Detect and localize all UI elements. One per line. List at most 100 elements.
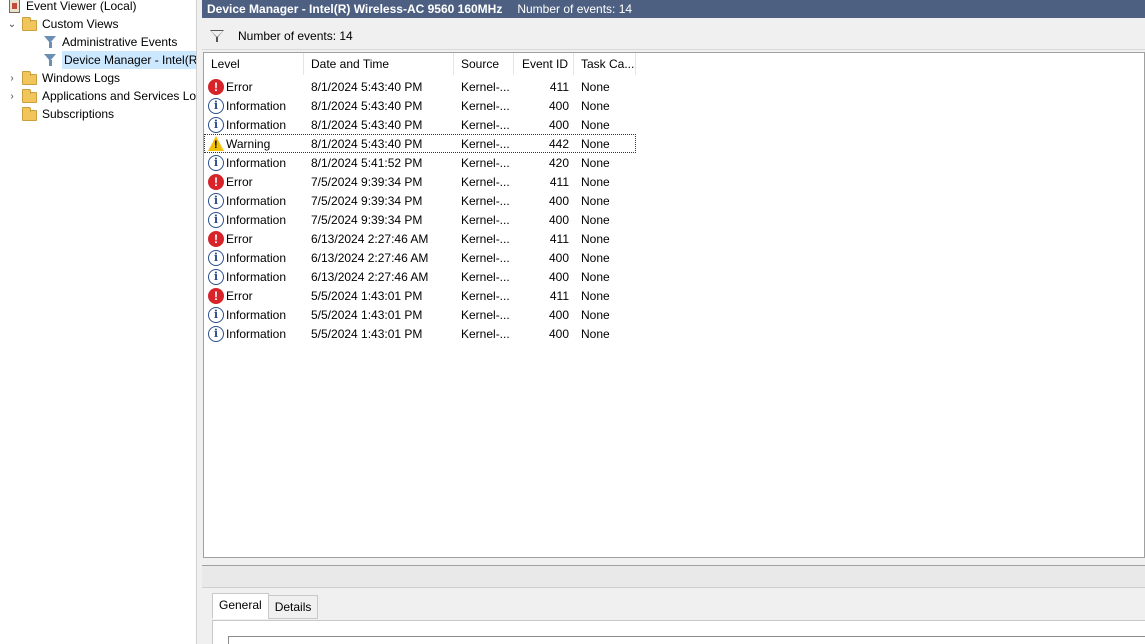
table-row[interactable]: ! Error 8/1/2024 5:43:40 PM Kernel-... 411 No… — [204, 77, 636, 96]
cell-task-category: None — [581, 231, 610, 246]
cell-source: Kernel-... — [461, 269, 510, 284]
error-icon: ! — [208, 173, 224, 190]
cell-level: i Information — [204, 116, 304, 133]
info-icon: i — [208, 97, 224, 114]
cell-source: Kernel-... — [461, 98, 510, 113]
cell-task-category: None — [581, 326, 610, 341]
table-row[interactable]: i Information 5/5/2024 1:43:01 PM Kernel-..… — [204, 305, 636, 324]
column-header-task-category[interactable]: Task Ca... — [574, 53, 636, 75]
cell-event-id: 442 — [548, 136, 569, 151]
cell-level: ! Error — [204, 173, 304, 190]
event-viewer-icon — [6, 0, 22, 14]
cell-task-category: None — [581, 155, 610, 170]
level-text: Error — [226, 288, 253, 303]
filter-bar: Number of events: 14 — [202, 22, 1145, 50]
cell-task-category: None — [581, 307, 610, 322]
table-row[interactable]: ! Error 5/5/2024 1:43:01 PM Kernel-... 411 No… — [204, 286, 636, 305]
chevron-right-icon[interactable]: › — [6, 69, 18, 87]
info-icon: i — [208, 154, 224, 171]
events-table[interactable]: Level Date and Time Source Event ID Task… — [203, 52, 1145, 558]
tree-item-label: Applications and Services Lo — [42, 89, 197, 103]
cell-source: Kernel-... — [461, 307, 510, 322]
cell-event-id: 411 — [549, 231, 569, 246]
cell-date-time: 6/13/2024 2:27:46 AM — [311, 269, 429, 284]
info-icon: i — [208, 249, 224, 266]
column-header-source[interactable]: Source — [454, 53, 514, 75]
column-header-date-time[interactable]: Date and Time — [304, 53, 454, 75]
cell-event-id: 400 — [548, 212, 569, 227]
table-row[interactable]: i Information 8/1/2024 5:41:52 PM Kernel-..… — [204, 153, 636, 172]
cell-date-time: 5/5/2024 1:43:01 PM — [311, 326, 423, 341]
pane-title-bar: Device Manager - Intel(R) Wireless-AC 95… — [202, 0, 1145, 18]
cell-task-category: None — [581, 117, 610, 132]
table-row[interactable]: ! Error 7/5/2024 9:39:34 PM Kernel-... 411 No… — [204, 172, 636, 191]
cell-source: Kernel-... — [461, 250, 510, 265]
error-icon: ! — [208, 78, 224, 95]
cell-source: Kernel-... — [461, 174, 510, 189]
tab-details[interactable]: Details — [267, 595, 319, 619]
folder-icon — [22, 16, 38, 32]
table-row[interactable]: i Information 8/1/2024 5:43:40 PM Kernel-..… — [204, 96, 636, 115]
cell-event-id: 400 — [548, 98, 569, 113]
cell-level: i Information — [204, 325, 304, 342]
level-text: Information — [226, 117, 287, 132]
chevron-right-icon[interactable]: › — [6, 87, 18, 105]
tree-item-administrative-events[interactable]: Administrative Events — [42, 33, 177, 51]
tree-item-label: Event Viewer (Local) — [26, 0, 137, 13]
cell-level: i Information — [204, 211, 304, 228]
cell-level: i Information — [204, 268, 304, 285]
cell-event-id: 400 — [548, 193, 569, 208]
cell-task-category: None — [581, 212, 610, 227]
table-row[interactable]: i Information 5/5/2024 1:43:01 PM Kernel-..… — [204, 324, 636, 343]
table-row[interactable]: i Information 7/5/2024 9:39:34 PM Kernel-..… — [204, 210, 636, 229]
cell-level: ! Error — [204, 230, 304, 247]
cell-source: Kernel-... — [461, 79, 510, 94]
level-text: Error — [226, 174, 253, 189]
cell-source: Kernel-... — [461, 231, 510, 246]
tree-item-event-viewer-local[interactable]: Event Viewer (Local) — [6, 0, 137, 15]
info-icon: i — [208, 192, 224, 209]
event-details-pane: General Details — [202, 565, 1145, 644]
level-text: Information — [226, 269, 287, 284]
table-row[interactable]: ! Warning 8/1/2024 5:43:40 PM Kernel-... 442… — [204, 134, 636, 153]
cell-event-id: 411 — [549, 174, 569, 189]
cell-task-category: None — [581, 250, 610, 265]
cell-date-time: 6/13/2024 2:27:46 AM — [311, 250, 429, 265]
cell-task-category: None — [581, 288, 610, 303]
event-description-box[interactable] — [228, 636, 1145, 644]
tree-item-windows-logs[interactable]: › Windows Logs — [6, 69, 120, 87]
column-header-event-id[interactable]: Event ID — [514, 53, 574, 75]
table-row[interactable]: i Information 8/1/2024 5:43:40 PM Kernel-..… — [204, 115, 636, 134]
tree-item-subscriptions[interactable]: Subscriptions — [22, 105, 114, 123]
filter-icon[interactable] — [210, 29, 224, 42]
cell-date-time: 8/1/2024 5:43:40 PM — [311, 98, 423, 113]
level-text: Error — [226, 79, 253, 94]
table-row[interactable]: ! Error 6/13/2024 2:27:46 AM Kernel-... 411 N… — [204, 229, 636, 248]
table-row[interactable]: i Information 6/13/2024 2:27:46 AM Kernel-.… — [204, 248, 636, 267]
navigation-tree: Event Viewer (Local) ⌄ Custom Views Admi… — [0, 0, 197, 644]
chevron-down-icon[interactable]: ⌄ — [6, 15, 18, 33]
folder-icon — [22, 106, 38, 122]
cell-date-time: 8/1/2024 5:43:40 PM — [311, 136, 423, 151]
cell-event-id: 400 — [548, 269, 569, 284]
tree-item-device-manager[interactable]: Device Manager - Intel(R — [42, 51, 196, 69]
table-row[interactable]: i Information 7/5/2024 9:39:34 PM Kernel-..… — [204, 191, 636, 210]
tab-content — [212, 620, 1145, 644]
cell-task-category: None — [581, 269, 610, 284]
cell-task-category: None — [581, 174, 610, 189]
level-text: Information — [226, 326, 287, 341]
cell-source: Kernel-... — [461, 193, 510, 208]
table-row[interactable]: i Information 6/13/2024 2:27:46 AM Kernel-.… — [204, 267, 636, 286]
tree-item-label: Subscriptions — [42, 107, 115, 121]
event-viewer-window: Event Viewer (Local) ⌄ Custom Views Admi… — [0, 0, 1145, 644]
column-header-level[interactable]: Level — [204, 53, 304, 75]
cell-level: i Information — [204, 192, 304, 209]
info-icon: i — [208, 268, 224, 285]
cell-date-time: 8/1/2024 5:43:40 PM — [311, 79, 423, 94]
filter-icon — [42, 52, 58, 68]
level-text: Information — [226, 250, 287, 265]
tree-item-custom-views[interactable]: ⌄ Custom Views — [6, 15, 118, 33]
info-icon: i — [208, 306, 224, 323]
tab-general[interactable]: General — [212, 593, 269, 619]
tree-item-applications-services[interactable]: › Applications and Services Lo — [6, 87, 196, 105]
